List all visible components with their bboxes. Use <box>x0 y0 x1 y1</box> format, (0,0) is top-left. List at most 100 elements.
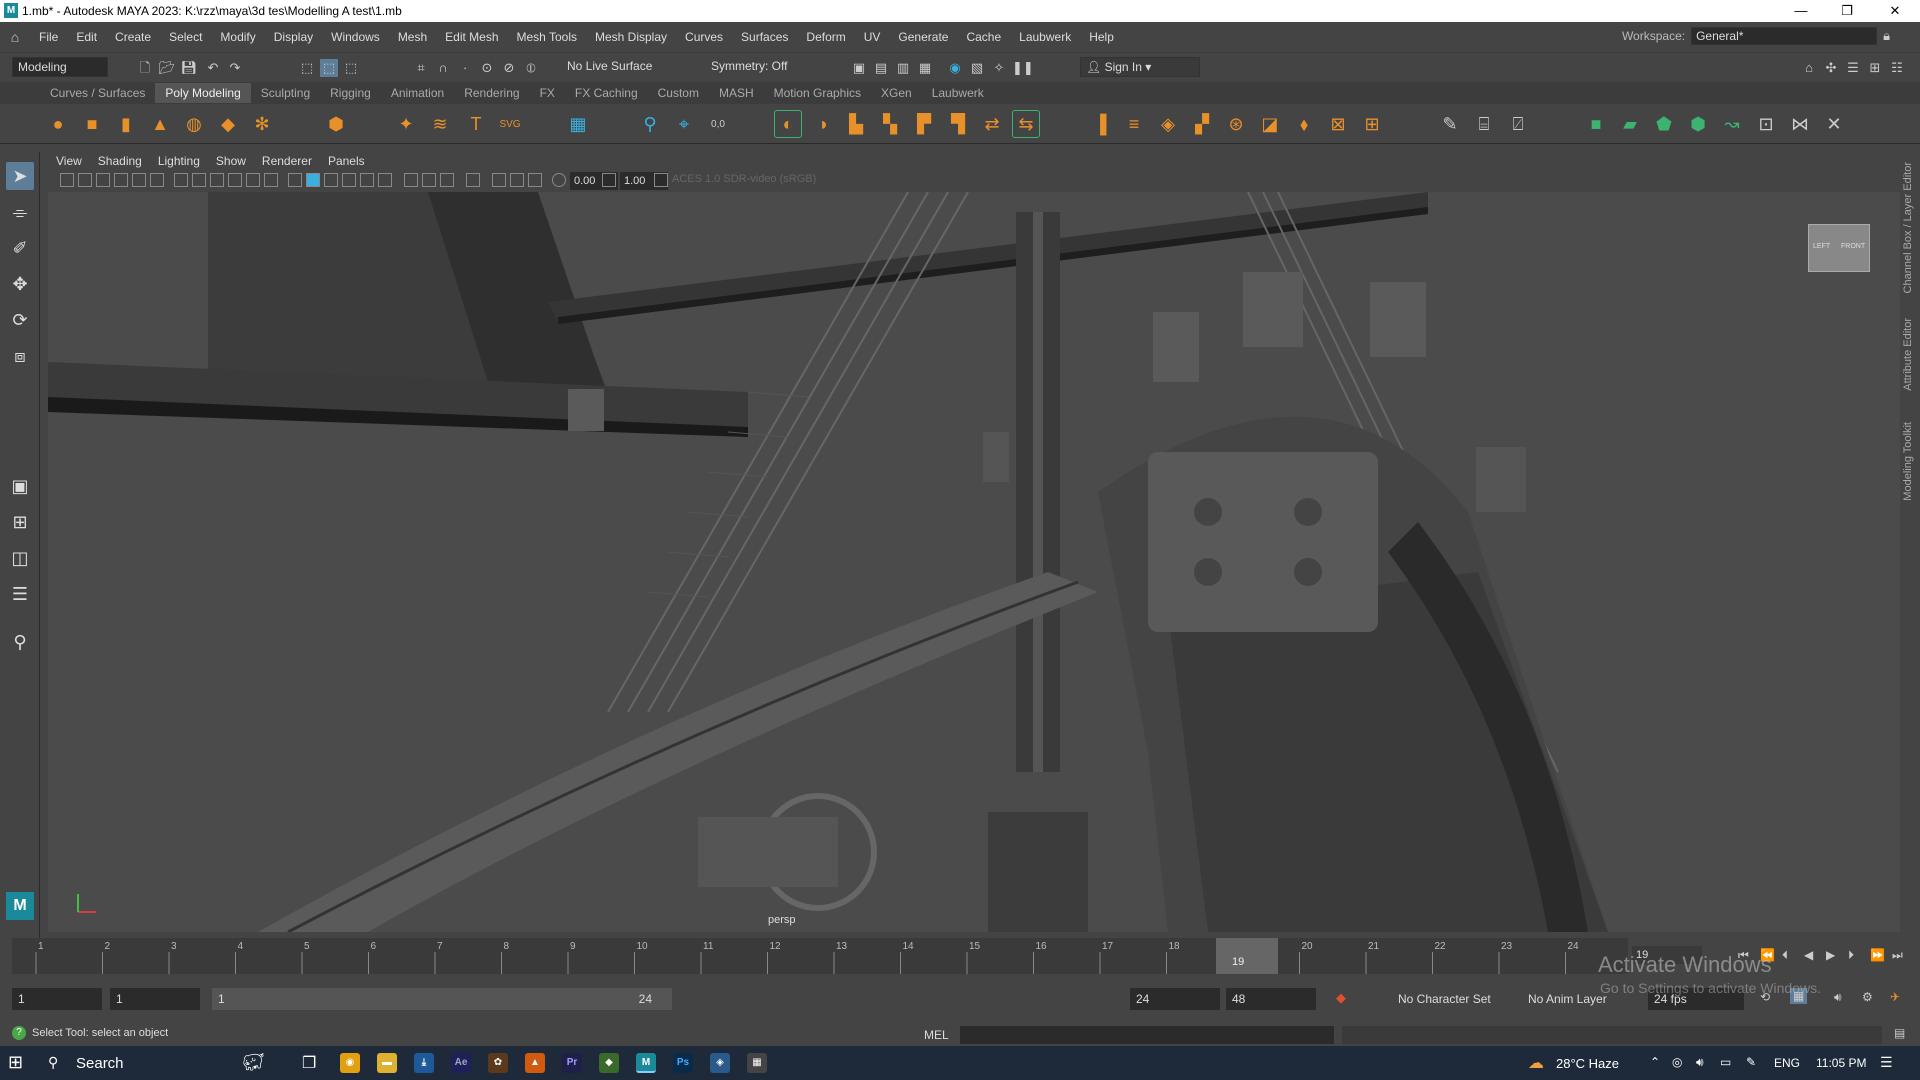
shelf-tab-rigging[interactable]: Rigging <box>320 83 381 103</box>
shelf-tab-motion-graphics[interactable]: Motion Graphics <box>764 83 871 103</box>
search-icon[interactable]: ⚲ <box>6 628 34 656</box>
menu-mesh[interactable]: Mesh <box>389 30 436 44</box>
time-slider[interactable]: 123456789101112131415161718192021222324 … <box>12 938 1628 974</box>
scale-tool-icon[interactable]: ⧈ <box>6 342 34 370</box>
render-settings-icon[interactable]: ▦ <box>916 59 934 77</box>
uv-editor-icon[interactable]: ▦ <box>564 110 592 138</box>
step-forward-key-icon[interactable]: ⏩ <box>1870 948 1885 962</box>
panel-menu-view[interactable]: View <box>48 154 90 168</box>
select-component-icon[interactable]: ⬚ <box>342 59 360 77</box>
insert-edge-loop-icon[interactable]: ⌸ <box>1470 110 1498 138</box>
field-chart-icon[interactable] <box>246 173 260 187</box>
taskbar-search-label[interactable]: Search <box>76 1055 124 1072</box>
svg-icon[interactable]: SVG <box>496 110 524 138</box>
panel-menu-show[interactable]: Show <box>208 154 254 168</box>
task-view-icon[interactable]: ❐ <box>302 1053 316 1073</box>
poly-cylinder-icon[interactable]: ▮ <box>112 110 140 138</box>
shelf-tab-rendering[interactable]: Rendering <box>454 83 529 103</box>
attribute-editor-toggle-icon[interactable]: ✣ <box>1822 59 1840 77</box>
network-tray-icon[interactable]: ▭ <box>1720 1055 1731 1069</box>
undo-icon[interactable]: ↶ <box>204 59 222 77</box>
screen-space-ao-icon[interactable] <box>404 173 418 187</box>
two-view-layout-icon[interactable]: ◫ <box>6 544 34 572</box>
sound-icon[interactable]: 🔊︎ <box>1834 990 1842 1005</box>
go-to-end-icon[interactable]: ⏭ <box>1892 948 1903 963</box>
pig-widget-icon[interactable]: 🐖︎ <box>242 1052 265 1073</box>
soften-edge-icon[interactable]: ⬢ <box>1684 110 1712 138</box>
camera-attributes-icon[interactable] <box>78 173 92 187</box>
mel-label[interactable]: MEL <box>924 1028 949 1042</box>
green-app-icon[interactable]: ◆ <box>599 1053 619 1073</box>
language-indicator[interactable]: ENG <box>1774 1056 1800 1070</box>
new-scene-icon[interactable]: 🗋 <box>136 59 154 77</box>
bridge-icon[interactable]: ⇄ <box>978 110 1006 138</box>
close-button[interactable]: ✕ <box>1872 0 1918 22</box>
panel-menu-shading[interactable]: Shading <box>90 154 150 168</box>
current-time-marker[interactable] <box>1216 938 1278 974</box>
menu-help[interactable]: Help <box>1080 30 1123 44</box>
pen-tray-icon[interactable]: ✎ <box>1746 1055 1756 1069</box>
unfold-uv-icon[interactable]: ⌖ <box>670 110 698 138</box>
reduce-icon[interactable]: ⇆ <box>1012 110 1040 138</box>
menu-mesh-tools[interactable]: Mesh Tools <box>508 30 586 44</box>
snap-curve-icon[interactable]: ∩ <box>434 59 452 77</box>
two-d-pan-zoom-icon[interactable] <box>132 173 146 187</box>
menu-modify[interactable]: Modify <box>211 30 264 44</box>
xray-components-icon[interactable] <box>528 173 542 187</box>
tool-settings-toggle-icon[interactable]: ☰ <box>1844 59 1862 77</box>
weather-icon[interactable]: ☁ <box>1528 1053 1544 1073</box>
paint-select-icon[interactable]: ✐ <box>6 234 34 262</box>
menu-uv[interactable]: UV <box>855 30 890 44</box>
modeling-toolkit-tab[interactable]: Modeling Toolkit <box>1902 422 1914 501</box>
select-camera-icon[interactable] <box>60 173 74 187</box>
crease-tool-icon[interactable]: ✕ <box>1820 110 1848 138</box>
live-surface-field[interactable]: No Live Surface <box>562 57 662 77</box>
gate-mask-icon[interactable] <box>228 173 242 187</box>
hypershade-icon[interactable]: ◉ <box>946 59 964 77</box>
smooth-shade-icon[interactable] <box>306 173 320 187</box>
home-icon[interactable]: ⌂ <box>0 29 30 45</box>
color-management-icon[interactable] <box>654 173 668 187</box>
image-plane-icon[interactable] <box>114 173 128 187</box>
character-set-dropdown[interactable]: No Character Set <box>1392 988 1522 1010</box>
center-pivot-icon[interactable]: ■ <box>1582 110 1610 138</box>
cut-uv-icon[interactable]: ⚲ <box>636 110 664 138</box>
channel-box-toggle-icon[interactable]: ⊞ <box>1866 59 1884 77</box>
snap-together-icon[interactable]: ⋈ <box>1786 110 1814 138</box>
creature-app-icon[interactable]: ✿ <box>488 1053 508 1073</box>
mel-input[interactable] <box>960 1026 1334 1044</box>
select-tool-icon[interactable]: ➤ <box>6 162 34 190</box>
notifications-icon[interactable]: ☰ <box>1880 1054 1893 1071</box>
menu-windows[interactable]: Windows <box>322 30 389 44</box>
render-view-icon[interactable]: ▣ <box>850 59 868 77</box>
shelf-tab-laubwerk[interactable]: Laubwerk <box>922 83 994 103</box>
panel-menu-renderer[interactable]: Renderer <box>254 154 320 168</box>
premiere-app-icon[interactable]: Pr <box>562 1053 582 1073</box>
color-space-dropdown[interactable]: ACES 1.0 SDR-video (sRGB) <box>672 173 842 189</box>
merge-icon[interactable]: ▞ <box>1188 110 1216 138</box>
film-gate-icon[interactable] <box>192 173 206 187</box>
shelf-tab-xgen[interactable]: XGen <box>871 83 922 103</box>
menu-cache[interactable]: Cache <box>957 30 1010 44</box>
volume-tray-icon[interactable]: 🔊︎ <box>1696 1055 1704 1070</box>
panel-menu-panels[interactable]: Panels <box>320 154 373 168</box>
search-icon[interactable]: ⚲ <box>48 1054 58 1071</box>
render-setup-icon[interactable]: ▧ <box>968 59 986 77</box>
channel-box-tab[interactable]: Channel Box / Layer Editor <box>1902 162 1914 293</box>
poly-plane-icon[interactable]: ◆ <box>214 110 242 138</box>
menu-surfaces[interactable]: Surfaces <box>732 30 797 44</box>
shelf-tab-sculpting[interactable]: Sculpting <box>251 83 320 103</box>
photoshop-app-icon[interactable]: Ps <box>673 1053 693 1073</box>
menu-edit-mesh[interactable]: Edit Mesh <box>436 30 507 44</box>
shelf-tab-fx[interactable]: FX <box>530 83 565 103</box>
windows-start-icon[interactable]: ⊞ <box>8 1052 23 1073</box>
shelf-tab-curves-surfaces[interactable]: Curves / Surfaces <box>40 83 155 103</box>
menu-create[interactable]: Create <box>106 30 160 44</box>
animation-preferences-icon[interactable]: ⚙ <box>1862 990 1873 1004</box>
layer-editor-toggle-icon[interactable]: ☷ <box>1888 59 1906 77</box>
range-slider[interactable]: 1 24 <box>212 988 672 1010</box>
file-explorer-app-icon[interactable]: ▬ <box>377 1053 397 1073</box>
boolean-icon[interactable]: ▛ <box>910 110 938 138</box>
redo-icon[interactable]: ↷ <box>226 59 244 77</box>
extract-icon[interactable]: ▙ <box>842 110 870 138</box>
